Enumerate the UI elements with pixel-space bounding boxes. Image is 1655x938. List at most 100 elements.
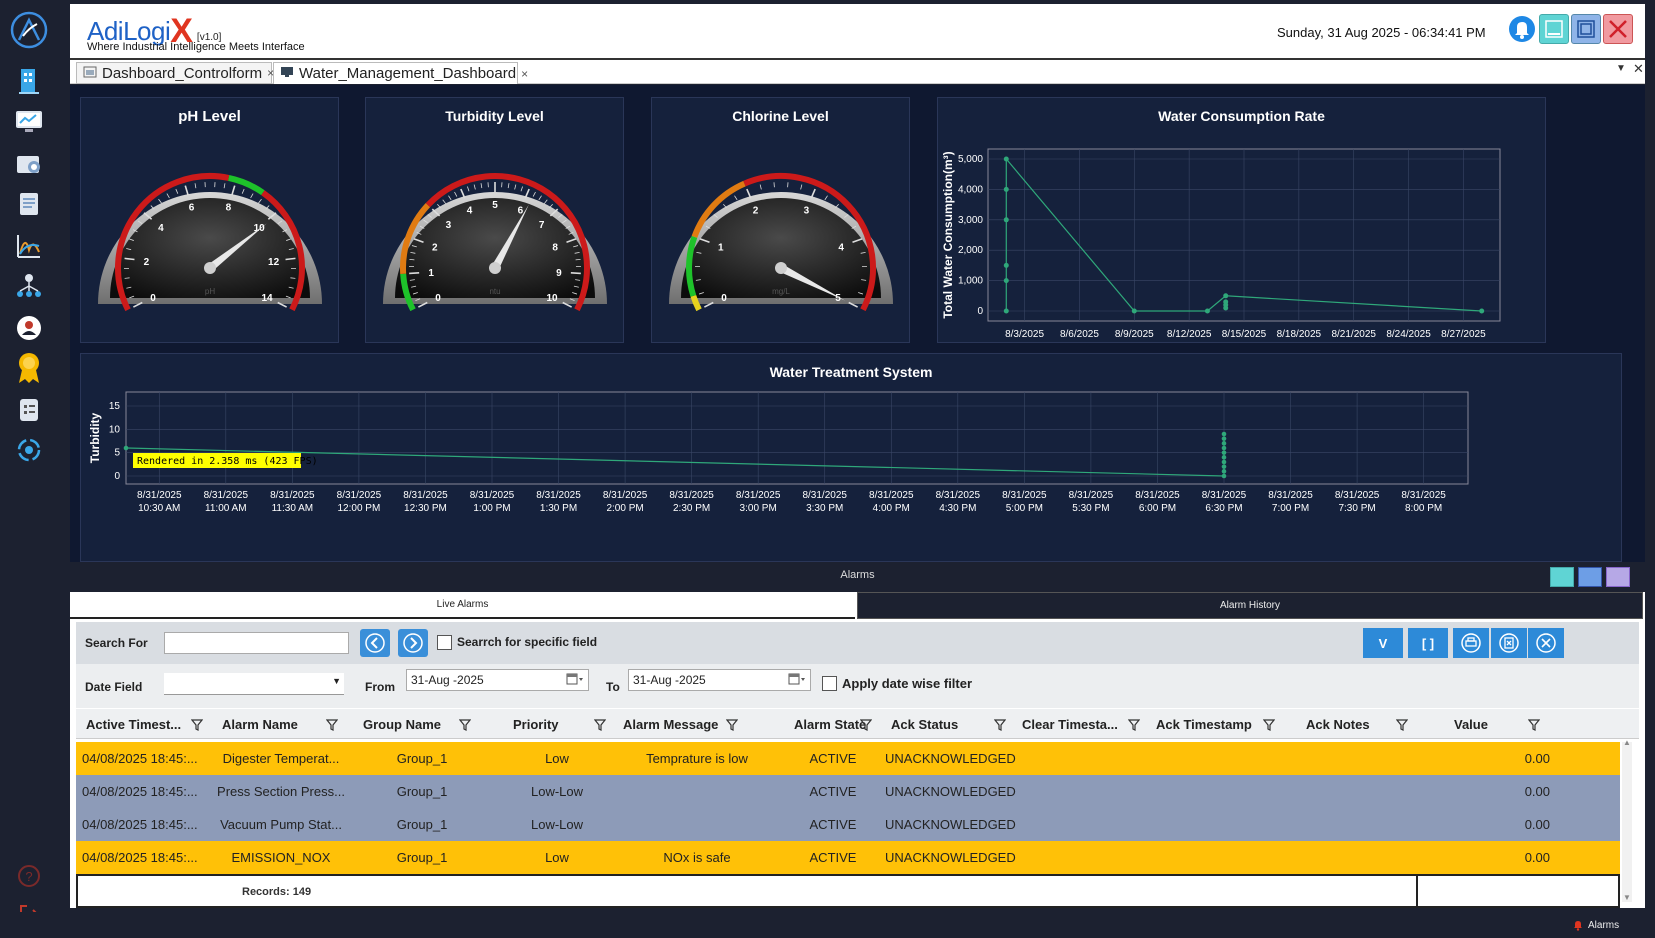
apply-date-filter-checkbox[interactable]: [822, 676, 837, 691]
alarms-minimize-button[interactable]: [1550, 567, 1574, 587]
grid-scrollbar[interactable]: ▲ ▼: [1622, 738, 1632, 902]
filter-icon[interactable]: [1262, 718, 1276, 736]
excel-icon: [1499, 633, 1519, 653]
data-point: [1221, 436, 1227, 441]
user-icon[interactable]: [8, 310, 50, 346]
close-tab-icon[interactable]: ×: [521, 67, 528, 81]
search-input[interactable]: [164, 632, 349, 654]
column-header[interactable]: Alarm Message: [623, 717, 718, 732]
next-result-button[interactable]: [398, 629, 428, 657]
expand-columns-button[interactable]: [ ]: [1408, 628, 1448, 658]
table-row[interactable]: 04/08/2025 18:45:... Press Section Press.…: [76, 775, 1620, 808]
help-icon[interactable]: ?: [8, 858, 50, 894]
filter-icon[interactable]: [458, 718, 472, 736]
cell-message: NOx is safe: [663, 850, 731, 865]
x-tick-date: 8/31/2025: [603, 490, 648, 501]
filter-icon[interactable]: [1527, 718, 1541, 736]
y-tick-label: 5,000: [958, 154, 983, 165]
notification-bell-button[interactable]: [1507, 14, 1537, 44]
date-field-select[interactable]: ▼: [164, 673, 344, 695]
status-alarms-indicator[interactable]: Alarms: [1572, 919, 1619, 931]
tab-water-management-dashboard[interactable]: Water_Management_Dashboard ×: [273, 62, 528, 84]
settings-sync-icon[interactable]: [8, 432, 50, 468]
filter-icon[interactable]: [725, 718, 739, 736]
tab-dashboard-controlform[interactable]: Dashboard_Controlform ×: [76, 62, 274, 84]
table-row[interactable]: 04/08/2025 18:45:... EMISSION_NOX Group_1 L…: [76, 841, 1620, 874]
x-tick-date: 8/31/2025: [536, 490, 581, 501]
column-header[interactable]: Ack Timestamp: [1156, 717, 1252, 732]
x-tick-time: 1:30 PM: [540, 503, 577, 514]
x-tick-time: 5:00 PM: [1006, 503, 1043, 514]
gauge-tick-label: 1: [428, 268, 434, 279]
previous-result-button[interactable]: [360, 629, 390, 657]
maximize-window-button[interactable]: [1571, 14, 1601, 44]
dashboard-logo-icon[interactable]: [8, 11, 50, 49]
report-icon[interactable]: [8, 392, 50, 428]
calendar-icon[interactable]: [788, 673, 806, 689]
tab-list-dropdown-icon[interactable]: ▼: [1616, 63, 1626, 74]
title-header: AdiLogiX [v1.0] Where Industrial Intellig…: [70, 4, 1645, 60]
gauge-tick-label: 4: [838, 242, 844, 253]
award-icon[interactable]: [8, 350, 50, 386]
filter-icon[interactable]: [190, 718, 204, 736]
scroll-up-icon[interactable]: ▲: [1623, 738, 1631, 747]
y-tick-label: 0: [114, 471, 120, 482]
tab-alarm-history[interactable]: Alarm History: [857, 592, 1643, 619]
specific-field-checkbox[interactable]: [437, 635, 452, 650]
filter-icon[interactable]: [993, 718, 1007, 736]
tab-live-alarms[interactable]: Live Alarms: [70, 592, 855, 619]
filter-icon[interactable]: [859, 718, 873, 736]
gauge-tick: [184, 185, 189, 196]
cell-ack: UNACKNOWLEDGED: [885, 850, 1016, 865]
table-row[interactable]: 04/08/2025 18:45:... Digester Temperat...…: [76, 742, 1620, 775]
monitor-icon[interactable]: [8, 104, 50, 140]
y-tick-label: 4,000: [958, 184, 983, 195]
network-icon[interactable]: [8, 268, 50, 304]
table-row[interactable]: 04/08/2025 18:45:... Vacuum Pump Stat... G…: [76, 808, 1620, 841]
x-tick-label: 8/21/2025: [1331, 329, 1376, 340]
chart-title: Water Consumption Rate: [1158, 108, 1325, 124]
column-header[interactable]: Clear Timesta...: [1022, 717, 1118, 732]
gauge-hub: [775, 262, 787, 274]
alarms-maximize-button[interactable]: [1578, 567, 1602, 587]
toggle-view-button[interactable]: V: [1363, 628, 1403, 658]
records-footer: Records: 149: [76, 874, 1620, 908]
gauge-tick-label: 0: [721, 293, 727, 304]
gauge-title: pH Level: [178, 108, 241, 125]
filter-icon[interactable]: [325, 718, 339, 736]
calendar-icon[interactable]: [566, 673, 584, 689]
consumption-chart-panel: Water Consumption Rate 5,000 4,000 3,000 2,…: [937, 97, 1546, 343]
column-header[interactable]: Active Timest...: [86, 717, 181, 732]
minimize-window-button[interactable]: [1539, 14, 1569, 44]
building-icon[interactable]: [8, 62, 50, 98]
clear-search-button[interactable]: [1528, 628, 1564, 658]
to-date-picker[interactable]: 31-Aug -2025: [628, 669, 811, 691]
x-tick-time: 1:00 PM: [473, 503, 510, 514]
column-header[interactable]: Group Name: [363, 717, 441, 732]
column-header[interactable]: Value: [1454, 717, 1488, 732]
column-header[interactable]: Alarm Name: [222, 717, 298, 732]
filter-icon[interactable]: [593, 718, 607, 736]
column-header[interactable]: Alarm State: [794, 717, 866, 732]
filter-icon[interactable]: [1127, 718, 1141, 736]
document-icon[interactable]: [8, 186, 50, 222]
x-tick-time: 11:00 AM: [205, 503, 247, 514]
x-tick-time: 2:30 PM: [673, 503, 710, 514]
filter-icon[interactable]: [1395, 718, 1409, 736]
close-window-button[interactable]: [1603, 14, 1633, 44]
column-header[interactable]: Ack Status: [891, 717, 958, 732]
export-excel-button[interactable]: [1491, 628, 1527, 658]
gauge-tick: [480, 183, 483, 189]
data-point: [1221, 469, 1227, 474]
scroll-down-icon[interactable]: ▼: [1623, 893, 1631, 902]
alarms-popout-button[interactable]: [1606, 567, 1630, 587]
gauge-tick: [824, 195, 828, 201]
media-icon[interactable]: [8, 146, 50, 182]
x-tick-label: 8/18/2025: [1277, 329, 1322, 340]
print-button[interactable]: [1453, 628, 1489, 658]
column-header[interactable]: Ack Notes: [1306, 717, 1370, 732]
from-date-picker[interactable]: 31-Aug -2025: [406, 669, 589, 691]
close-all-tabs-icon[interactable]: ✕: [1633, 61, 1644, 77]
column-header[interactable]: Priority: [513, 717, 559, 732]
trend-chart-icon[interactable]: [8, 228, 50, 264]
